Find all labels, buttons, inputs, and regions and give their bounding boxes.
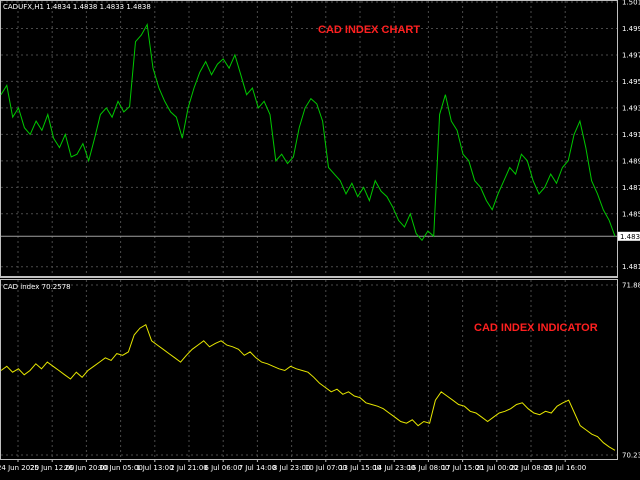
indicator-panel-frame	[0, 279, 618, 460]
current-price-value: 1.4838	[620, 233, 640, 241]
indicator-tick-label: 70.2394	[622, 452, 640, 460]
price-tick-label: 1.4815	[622, 263, 640, 271]
cad-index-series-line	[0, 323, 616, 451]
price-chart-banner: CAD INDEX CHART	[318, 24, 420, 36]
price-series-line	[0, 22, 616, 242]
indicator-y-axis: 71.8858 70.2394	[622, 282, 640, 460]
price-tick-label: 1.4895	[622, 157, 640, 165]
time-tick-label: 1 Jul 13:00	[136, 464, 174, 472]
price-tick-label: 1.5015	[622, 0, 640, 7]
time-tick-label: 6 Jul 06:00	[204, 464, 242, 472]
price-tick-label: 1.4935	[622, 104, 640, 112]
price-tick-label: 1.4995	[622, 25, 640, 33]
indicator-tick-label: 71.8858	[622, 282, 640, 290]
price-tick-label: 1.4975	[622, 51, 640, 59]
symbol-info: CADUFX,H1 1.4834 1.4838 1.4833 1.4838	[3, 3, 151, 11]
indicator-banner: CAD INDEX INDICATOR	[474, 322, 598, 334]
time-tick-label: 2 Jul 21:00	[170, 464, 208, 472]
indicator-info: CAD index 70.2578	[3, 283, 71, 291]
chart-window[interactable]: 1.5015 1.4995 1.4975 1.4955 1.4935 1.4915 1.48…	[0, 0, 640, 480]
price-tick-label: 1.4855	[622, 210, 640, 218]
price-panel-frame	[0, 0, 618, 277]
current-price-tag: 1.4838	[618, 231, 640, 241]
price-grid	[1, 1, 617, 276]
price-tick-label: 1.4955	[622, 78, 640, 86]
chart-canvas[interactable]: 1.5015 1.4995 1.4975 1.4955 1.4935 1.4915 1.48…	[0, 0, 640, 480]
time-tick-label: 7 Jul 14:00	[239, 464, 277, 472]
indicator-grid	[1, 280, 617, 459]
time-tick-label: 23 Jul 16:00	[544, 464, 586, 472]
price-y-axis: 1.5015 1.4995 1.4975 1.4955 1.4935 1.4915 1.48…	[622, 0, 640, 271]
time-axis: 24 Jun 202025 Jun 12:0026 Jun 20:0030 Ju…	[0, 459, 586, 472]
price-tick-label: 1.4875	[622, 184, 640, 192]
price-tick-label: 1.4915	[622, 131, 640, 139]
